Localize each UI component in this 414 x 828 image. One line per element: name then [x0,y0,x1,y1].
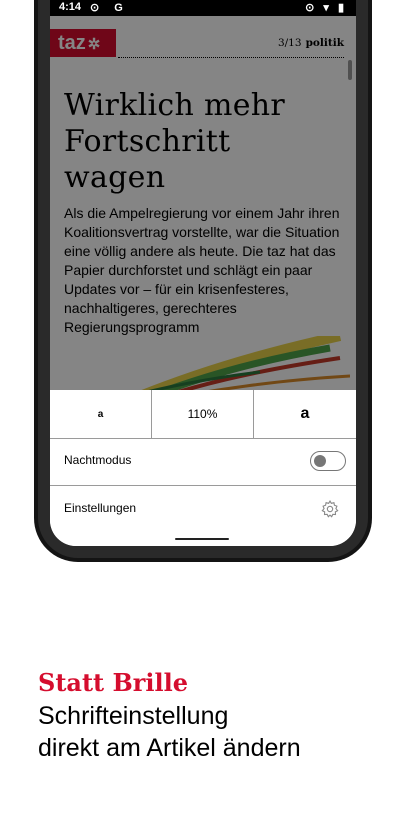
night-mode-toggle[interactable] [310,451,346,471]
font-zoom-level[interactable]: 110% [152,390,254,438]
home-indicator[interactable] [175,538,229,540]
font-settings-panel: a 110% a Nachtmodus Einstellungen [50,390,356,546]
night-mode-row[interactable]: Nachtmodus [50,438,356,486]
system-status-icons: ⊙ ▾ ▮ [305,2,347,14]
status-time: 4:14 [59,1,82,13]
night-mode-label: Nachtmodus [64,453,132,467]
phone-screen: 4:14 ⊙ G ⊙ ▾ ▮ taz ✲ 3/13 politik Wirklich… [50,0,356,546]
settings-label: Einstellungen [64,501,137,515]
promo-subline: Schrifteinstellung [38,702,229,730]
toggle-knob [314,454,326,467]
article-dim-overlay[interactable] [50,16,356,390]
promo-headline: Statt Brille [38,668,189,697]
status-bar: 4:14 ⊙ G ⊙ ▾ ▮ [50,0,356,16]
promo-subline: direkt am Artikel ändern [38,734,301,762]
settings-row[interactable]: Einstellungen [50,486,356,533]
decrease-font-button[interactable]: a [50,390,152,438]
gear-icon[interactable] [320,499,340,519]
notification-icons: ⊙ G [90,2,129,14]
increase-font-button[interactable]: a [254,390,356,438]
font-size-row: a 110% a [50,390,356,439]
promo-text: Statt Brille Schrifteinstellung direkt a… [38,666,398,764]
